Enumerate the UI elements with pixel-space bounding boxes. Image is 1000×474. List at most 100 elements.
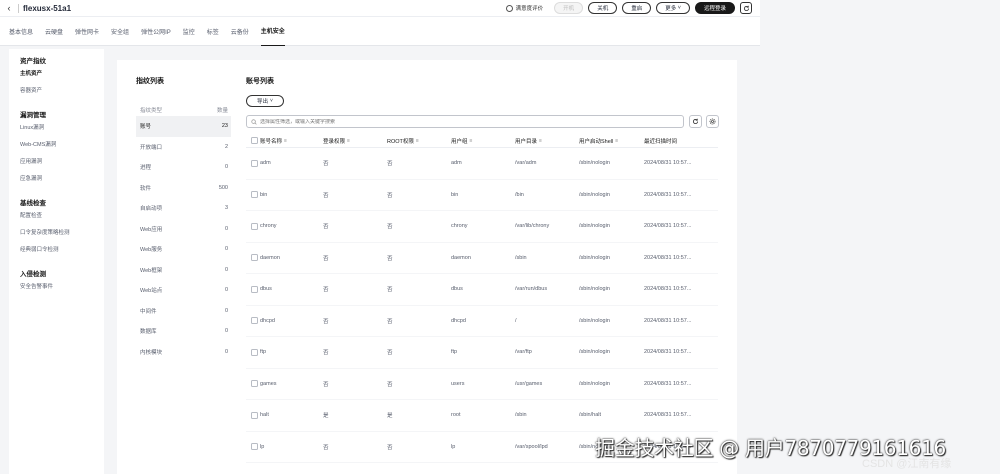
row-checkbox[interactable] xyxy=(251,254,258,262)
tab-0[interactable]: 基本信息 xyxy=(9,17,33,46)
table-cell: /sbin xyxy=(515,254,527,261)
refresh-list-button[interactable] xyxy=(689,115,702,128)
fingerprint-item[interactable]: 数据库 0 xyxy=(136,321,231,342)
table-cell: halt xyxy=(260,412,269,419)
fingerprint-count-header: 数量 xyxy=(216,108,228,114)
fingerprint-item[interactable]: 账号 23 xyxy=(136,116,231,137)
watermark-sub: CSDN @江南有缘 xyxy=(862,458,952,470)
table-cell: /sbin/nologin xyxy=(579,254,610,261)
fingerprint-item[interactable]: Web应用 0 xyxy=(136,219,231,240)
fingerprint-item[interactable]: 开放端口 2 xyxy=(136,137,231,158)
search-input[interactable] xyxy=(260,118,683,125)
column-header: 用户目录 ≡ xyxy=(515,137,579,145)
row-checkbox[interactable] xyxy=(251,380,258,388)
table-cell: /sbin/nologin xyxy=(579,349,610,356)
export-button[interactable]: 导出 ˅ xyxy=(246,95,284,107)
fingerprint-list-title: 指纹列表 xyxy=(136,78,164,85)
fingerprint-name: Web框架 xyxy=(140,267,163,274)
table-cell: ftp xyxy=(260,349,267,356)
sidebar-item[interactable]: 口令复杂度策略检测 xyxy=(9,223,104,240)
sidebar-item[interactable]: 容器资产 xyxy=(9,81,104,98)
fingerprint-item[interactable]: 进程 0 xyxy=(136,157,231,178)
sidebar-item[interactable]: 应用漏洞 xyxy=(9,152,104,169)
table-row: bin 否 否 bin/bin/sbin/nologin 2024/08/31 10:5… xyxy=(246,180,718,211)
fingerprint-count: 500 xyxy=(218,184,228,191)
fingerprint-item[interactable]: 中间件 0 xyxy=(136,301,231,322)
back-arrow-icon[interactable]: ‹ xyxy=(4,3,14,13)
tab-5[interactable]: 监控 xyxy=(183,17,195,46)
start-button[interactable]: 开机 xyxy=(554,2,584,14)
sidebar-item[interactable]: 配置检查 xyxy=(9,206,104,223)
tab-7[interactable]: 云备份 xyxy=(231,17,249,46)
table-cell: 否 xyxy=(387,287,393,294)
row-checkbox[interactable] xyxy=(251,222,258,230)
refresh-button[interactable] xyxy=(740,2,752,14)
table-cell: 否 xyxy=(387,161,393,168)
restart-button[interactable]: 重启 xyxy=(622,2,652,14)
search-icon xyxy=(251,118,257,125)
table-cell: daemon xyxy=(260,254,280,261)
sidebar-item[interactable]: Linux漏洞 xyxy=(9,118,104,135)
table-cell: bin xyxy=(260,191,268,198)
tab-8[interactable]: 主机安全 xyxy=(260,17,285,46)
table-cell: 2024/08/31 10:57... xyxy=(644,317,692,324)
shutdown-button[interactable]: 关机 xyxy=(588,2,618,14)
filter-icon[interactable]: ≡ xyxy=(347,138,350,144)
fingerprint-count: 0 xyxy=(224,307,228,314)
search-box[interactable] xyxy=(246,115,684,128)
filter-icon[interactable]: ≡ xyxy=(539,138,542,144)
fingerprint-item[interactable]: 内核模块 0 xyxy=(136,342,231,363)
table-row: daemon 否 否 daemon/sbin/sbin/nologin 2024/08/… xyxy=(246,243,718,274)
fingerprint-count: 0 xyxy=(224,348,228,355)
tab-3[interactable]: 安全组 xyxy=(111,17,129,46)
row-checkbox[interactable] xyxy=(251,348,258,356)
tab-2[interactable]: 弹性网卡 xyxy=(75,17,99,46)
column-header-label: ROOT权限 xyxy=(387,138,414,145)
fingerprint-item[interactable]: 软件 500 xyxy=(136,178,231,199)
select-all-checkbox[interactable] xyxy=(251,137,258,144)
table-cell: 2024/08/31 10:57... xyxy=(644,254,692,261)
sidebar-item[interactable]: 主机资产 xyxy=(9,64,104,81)
row-checkbox[interactable] xyxy=(251,411,258,419)
fingerprint-list: 指纹类型 数量 账号 23 开放端口 2 进程 0 软件 500 自启动项 3 Web应用 0 Web服… xyxy=(136,104,231,362)
filter-icon[interactable]: ≡ xyxy=(416,138,419,144)
fingerprint-count: 0 xyxy=(224,246,228,253)
column-header-label: 用户目录 xyxy=(515,138,538,145)
table-cell: /sbin/nologin xyxy=(579,317,610,324)
fingerprint-item[interactable]: Web站点 0 xyxy=(136,280,231,301)
tab-1[interactable]: 云硬盘 xyxy=(45,17,63,46)
fingerprint-item[interactable]: Web服务 0 xyxy=(136,239,231,260)
more-button[interactable]: 更多 ˅ xyxy=(656,2,690,14)
tab-bar: 基本信息 云硬盘 弹性网卡 安全组 弹性公网IP 监控 标签 云备份 主机安全 xyxy=(0,17,760,46)
table-cell: /var/ftp xyxy=(515,349,532,356)
row-checkbox[interactable] xyxy=(251,317,258,325)
row-checkbox[interactable] xyxy=(251,285,258,293)
row-checkbox[interactable] xyxy=(251,443,258,451)
table-cell: 否 xyxy=(323,161,329,168)
sidebar-item[interactable]: 经典弱口令检测 xyxy=(9,240,104,257)
tab-6[interactable]: 标签 xyxy=(207,17,219,46)
filter-icon[interactable]: ≡ xyxy=(470,138,473,144)
table-cell: 否 xyxy=(387,255,393,262)
instance-title: flexusx-51a1 xyxy=(23,3,72,13)
feedback-link[interactable]: 满意度评价 xyxy=(505,4,543,12)
remote-login-button[interactable]: 远程登录 xyxy=(694,2,735,14)
fingerprint-name: 账号 xyxy=(140,124,152,131)
sidebar-item[interactable]: 应急漏洞 xyxy=(9,169,104,186)
row-checkbox[interactable] xyxy=(251,191,258,199)
sidebar-item[interactable]: 安全告警事件 xyxy=(9,277,104,294)
fingerprint-count: 2 xyxy=(224,143,228,150)
fingerprint-item[interactable]: 自启动项 3 xyxy=(136,198,231,219)
sidebar-item[interactable]: Web-CMS漏洞 xyxy=(9,135,104,152)
filter-icon[interactable]: ≡ xyxy=(284,138,287,144)
fingerprint-count: 0 xyxy=(224,164,228,171)
row-checkbox[interactable] xyxy=(251,159,258,167)
table-cell: /var/adm xyxy=(515,160,537,167)
fingerprint-item[interactable]: Web框架 0 xyxy=(136,260,231,281)
table-cell: /sbin/nologin xyxy=(579,286,610,293)
tab-4[interactable]: 弹性公网IP xyxy=(141,17,171,46)
filter-icon[interactable]: ≡ xyxy=(615,138,618,144)
table-cell: 否 xyxy=(323,444,329,451)
settings-button[interactable] xyxy=(706,115,719,128)
table-row: dhcpd 否 否 dhcpd / /sbin/nologin 2024/08/31 10:… xyxy=(246,306,718,337)
